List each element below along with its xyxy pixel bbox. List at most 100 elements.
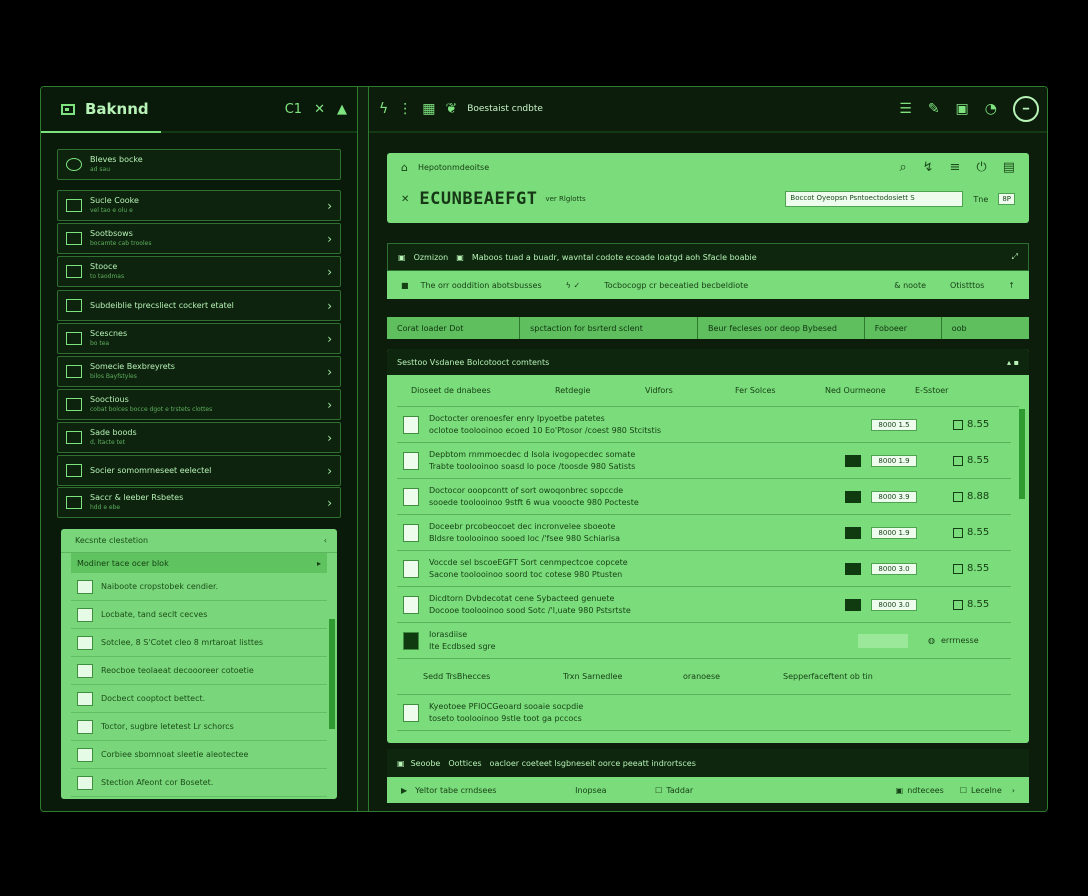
chevron-right-icon[interactable]: › bbox=[1012, 786, 1015, 795]
item-sub: d, ltacte tet bbox=[90, 438, 125, 446]
column-header[interactable]: Ned Ourmeone bbox=[825, 386, 915, 395]
row-checkbox[interactable] bbox=[953, 419, 963, 430]
column-header[interactable]: Dioseet de dnabees bbox=[411, 386, 555, 395]
table-row[interactable]: Voccde sel bscoeEGFT Sort cenmpectcoe co… bbox=[397, 551, 1011, 587]
sidebar-item[interactable]: Sootbsows bocamte cab trooles › bbox=[57, 223, 341, 254]
column-header[interactable]: Vidfors bbox=[645, 386, 735, 395]
checkbox-icon[interactable]: ☐ bbox=[960, 786, 967, 795]
sidebar-item[interactable]: Sucle Cooke vel tao e olu e › bbox=[57, 190, 341, 221]
panel-icon[interactable]: ▤ bbox=[1003, 160, 1015, 175]
footer-link[interactable]: Sedd TrsBhecces bbox=[423, 672, 563, 681]
sidebar-item[interactable]: Somecie Bexbreyrets bilos Bayfstyles › bbox=[57, 356, 341, 387]
row-action[interactable]: errrnesse bbox=[941, 636, 1011, 645]
sidebar-item[interactable]: Scescnes bo tea › bbox=[57, 323, 341, 354]
resize-icon[interactable]: ⤢ bbox=[1012, 252, 1018, 262]
chart-icon[interactable]: ▦ bbox=[422, 101, 435, 117]
list-item[interactable]: Locbate, tand seclt cecves bbox=[71, 601, 327, 629]
tab-4[interactable]: Foboeer bbox=[865, 317, 942, 339]
list-item[interactable]: Docbect cooptoct bettect. bbox=[71, 685, 327, 713]
panel-selected-row[interactable]: Modiner tace ocer blok ▸ bbox=[71, 553, 327, 573]
sliders-icon[interactable]: ⋮ bbox=[398, 101, 412, 117]
chevron-right-icon: › bbox=[327, 231, 332, 246]
item-label: Socier somomrneseet eelectel bbox=[90, 465, 212, 475]
bottom-label: Oottices bbox=[448, 758, 482, 768]
list-item-label: Corbiee sbomnoat sleetie aleotectee bbox=[101, 750, 249, 759]
flag-icon bbox=[845, 454, 861, 467]
column-header[interactable]: Retdegie bbox=[555, 386, 645, 395]
bolt-icon[interactable]: ϟ bbox=[379, 101, 388, 117]
sidebar-item[interactable]: Sooctious cobat bolces bocce dgot e trste… bbox=[57, 389, 341, 420]
gauge-icon[interactable]: ◔ bbox=[985, 101, 997, 117]
bottom-link[interactable]: ndtecees bbox=[907, 786, 944, 795]
list-item[interactable]: Corbiee sbomnoat sleetie aleotectee bbox=[71, 741, 327, 769]
scrollbar[interactable] bbox=[329, 619, 335, 729]
scrollbar[interactable] bbox=[1019, 409, 1025, 499]
tab-1[interactable]: Corat loader Dot bbox=[387, 317, 521, 339]
column-header[interactable]: Fer Solces bbox=[735, 386, 825, 395]
bottom-link[interactable]: Lecelne bbox=[971, 786, 1002, 795]
close-icon[interactable]: ✕ bbox=[314, 102, 325, 117]
bottom-link[interactable]: Inopsea bbox=[575, 786, 655, 795]
table-row-special[interactable]: Iorasdiise Ite Ecdbsed sgre ◍ errrnesse bbox=[397, 623, 1011, 659]
list-item[interactable]: Stection Afeont cor Bosetet. bbox=[71, 769, 327, 797]
tab-5[interactable]: oob bbox=[942, 317, 1029, 339]
list-item[interactable]: Sotclee, 8 S'Cotet cleo 8 mrtaroat listt… bbox=[71, 629, 327, 657]
leaf-icon[interactable]: ❦ bbox=[445, 101, 457, 117]
table-row[interactable]: Doctocter orenoesfer enry Ipyoetbe patet… bbox=[397, 407, 1011, 443]
item-sub: bocamte cab trooles bbox=[90, 239, 152, 247]
sidebar-item[interactable]: Subdeiblie tprecsliect cockert etatel › bbox=[57, 290, 341, 321]
row-checkbox[interactable] bbox=[953, 455, 963, 466]
pen-icon[interactable]: ✎ bbox=[928, 101, 940, 117]
sort-icon[interactable]: ↯ bbox=[923, 160, 934, 175]
footer-link[interactable]: Trxn Sarnedlee bbox=[563, 672, 683, 681]
power-button[interactable]: ━ bbox=[1013, 96, 1039, 122]
table-row[interactable]: Doctocor ooopcontt of sort owoqonbrec so… bbox=[397, 479, 1011, 515]
row-checkbox[interactable] bbox=[953, 491, 963, 502]
row-value: 8.55 bbox=[967, 419, 990, 430]
image-icon[interactable]: ▣ bbox=[956, 101, 969, 117]
tab-2[interactable]: spctaction for bsrterd sclent bbox=[520, 317, 698, 339]
row-sub: toseto toolooinoo 9stle toot ga pccocs bbox=[429, 713, 582, 723]
list-item-label: Locbate, tand seclt cecves bbox=[101, 610, 208, 619]
more-icon[interactable]: ▴ ▪ bbox=[1007, 358, 1019, 367]
list-item[interactable]: Naiboote cropstobek cendier. bbox=[71, 573, 327, 601]
power-icon[interactable]: ⏻ bbox=[976, 160, 986, 175]
row-checkbox[interactable] bbox=[953, 599, 963, 610]
checkbox-icon[interactable]: ☐ bbox=[655, 786, 662, 795]
collapse-icon[interactable]: ▲ bbox=[337, 102, 347, 117]
status-link[interactable]: Otistttos bbox=[950, 281, 984, 290]
table-row[interactable]: Depbtom rnmmoecdec d Isola ivogopecdec s… bbox=[397, 443, 1011, 479]
list-item[interactable]: Toctor, sugbre letetest Lr schorcs bbox=[71, 713, 327, 741]
collapse-icon[interactable]: ‹ bbox=[324, 536, 327, 545]
menu-icon[interactable]: ≡ bbox=[950, 160, 961, 175]
table-row[interactable]: Kyeotoee PFIOCGeoard sooaie socpdie toset… bbox=[397, 695, 1011, 731]
column-header[interactable]: E-Sstoer bbox=[915, 386, 1005, 395]
search-icon[interactable]: ⌕ bbox=[899, 160, 906, 175]
sidebar-item-top[interactable]: Bleves bocke ad sau bbox=[57, 149, 341, 180]
list-icon[interactable]: ☰ bbox=[899, 101, 912, 117]
bottom-link[interactable]: Taddar bbox=[666, 786, 895, 795]
sidebar-item[interactable]: Stooce to taodmas › bbox=[57, 256, 341, 287]
sidebar-item[interactable]: Socier somomrneseet eelectel › bbox=[57, 455, 341, 486]
list-item[interactable]: Reocboe teolaeat decoooreer cotoetie bbox=[71, 657, 327, 685]
mode-button[interactable]: 8P bbox=[998, 193, 1015, 205]
pin-icon[interactable]: ↑ bbox=[1008, 281, 1015, 290]
row-checkbox[interactable] bbox=[953, 527, 963, 538]
note-link[interactable]: & noote bbox=[894, 281, 926, 290]
refresh-icon[interactable]: C1 bbox=[285, 102, 302, 117]
row-value: 8.55 bbox=[967, 455, 990, 466]
pane-divider[interactable] bbox=[357, 87, 369, 811]
data-table: Sesttoo Vsdanee Bolcotooct comtents ▴ ▪ … bbox=[387, 349, 1029, 743]
folder-icon bbox=[403, 631, 419, 650]
footer-link[interactable]: Sepperfaceftent ob tin bbox=[783, 672, 873, 681]
item-label: Sade boods bbox=[90, 427, 137, 437]
footer-link[interactable]: oranoese bbox=[683, 672, 783, 681]
table-row[interactable]: Doceebr prcobeocoet dec incronvelee sboe… bbox=[397, 515, 1011, 551]
tab-3[interactable]: Beur fecleses oor deop Bybesed bbox=[698, 317, 865, 339]
row-checkbox[interactable] bbox=[953, 563, 963, 574]
search-input[interactable]: Boccot Oyeopsn Psntoectodosiett S bbox=[785, 191, 964, 207]
table-row[interactable]: Dicdtorn Dvbdecotat cene Sybacteed genue… bbox=[397, 587, 1011, 623]
sidebar-item[interactable]: Sade boods d, ltacte tet › bbox=[57, 422, 341, 453]
sidebar-item[interactable]: Saccr & leeber Rsbetes hdd e ebe › bbox=[57, 487, 341, 518]
image-icon bbox=[66, 431, 82, 444]
